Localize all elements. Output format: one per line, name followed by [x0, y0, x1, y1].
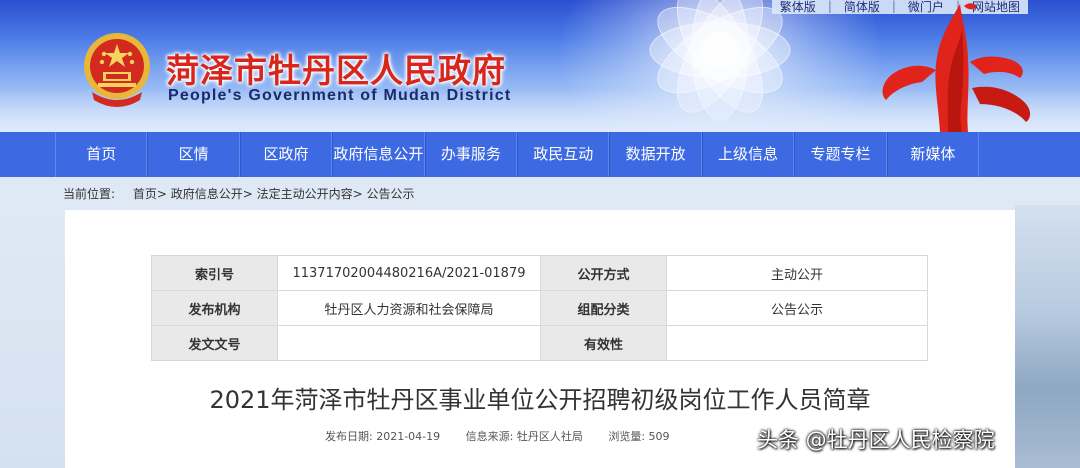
main-nav: 首页 区情 区政府 政府信息公开 办事服务 政民互动 数据开放 上级信息 专题专… — [0, 132, 1080, 177]
nav-item-district-info[interactable]: 区情 — [147, 132, 240, 177]
watermark: 头条 @牡丹区人民检察院 — [757, 428, 995, 452]
index-label: 索引号 — [151, 255, 278, 291]
table-row: 发文文号 有效性 — [151, 325, 928, 361]
view-count: 浏览量: 509 — [608, 430, 670, 443]
nav-item-services[interactable]: 办事服务 — [424, 132, 518, 177]
background-left — [0, 205, 65, 468]
national-emblem-icon — [84, 33, 150, 107]
validity-label: 有效性 — [540, 325, 667, 361]
index-value: 11371702004480216A/2021-01879 — [277, 255, 541, 291]
org-label: 发布机构 — [151, 290, 278, 326]
document-meta-table: 索引号 11371702004480216A/2021-01879 公开方式 主… — [151, 255, 928, 361]
method-value: 主动公开 — [666, 255, 928, 291]
article-title: 2021年菏泽市牡丹区事业单位公开招聘初级岗位工作人员简章 — [209, 386, 871, 414]
breadcrumb-lead: 当前位置: — [63, 187, 116, 201]
nav-item-home[interactable]: 首页 — [55, 132, 148, 177]
publish-date: 发布日期: 2021-04-19 — [325, 430, 441, 443]
org-value: 牡丹区人力资源和社会保障局 — [277, 290, 541, 326]
separator: | — [827, 0, 832, 13]
nav-item-new-media[interactable]: 新媒体 — [886, 132, 980, 177]
breadcrumb: 当前位置: 首页> 政府信息公开> 法定主动公开内容> 公告公示 — [63, 185, 414, 202]
table-row: 发布机构 牡丹区人力资源和社会保障局 组配分类 公告公示 — [151, 290, 928, 326]
nav-item-district-gov[interactable]: 区政府 — [239, 132, 333, 177]
nav-item-gov-info[interactable]: 政府信息公开 — [332, 132, 425, 177]
doc-no-value — [277, 325, 541, 361]
nav-item-open-data[interactable]: 数据开放 — [609, 132, 702, 177]
article-meta: 发布日期: 2021-04-19 信息来源: 牡丹区人社局 浏览量: 509 — [325, 428, 692, 444]
background-landscape — [1015, 205, 1080, 468]
info-source: 信息来源: 牡丹区人社局 — [465, 430, 583, 443]
breadcrumb-path[interactable]: 首页> 政府信息公开> 法定主动公开内容> 公告公示 — [133, 187, 415, 201]
top-link-traditional[interactable]: 繁体版 — [780, 0, 816, 15]
nav-item-superior-info[interactable]: 上级信息 — [701, 132, 795, 177]
doc-no-label: 发文文号 — [151, 325, 278, 361]
site-subtitle: People's Government of Mudan District — [168, 87, 512, 104]
table-row: 索引号 11371702004480216A/2021-01879 公开方式 主… — [151, 255, 928, 291]
category-label: 组配分类 — [540, 290, 667, 326]
validity-value — [666, 325, 928, 361]
red-sculpture-image — [882, 3, 1031, 132]
header-banner: 菏泽市牡丹区人民政府 People's Government of Mudan … — [0, 0, 1080, 132]
nav-item-interaction[interactable]: 政民互动 — [517, 132, 610, 177]
nav-item-topics[interactable]: 专题专栏 — [794, 132, 887, 177]
site-title[interactable]: 菏泽市牡丹区人民政府 — [166, 44, 506, 92]
category-value: 公告公示 — [666, 290, 928, 326]
method-label: 公开方式 — [540, 255, 667, 291]
